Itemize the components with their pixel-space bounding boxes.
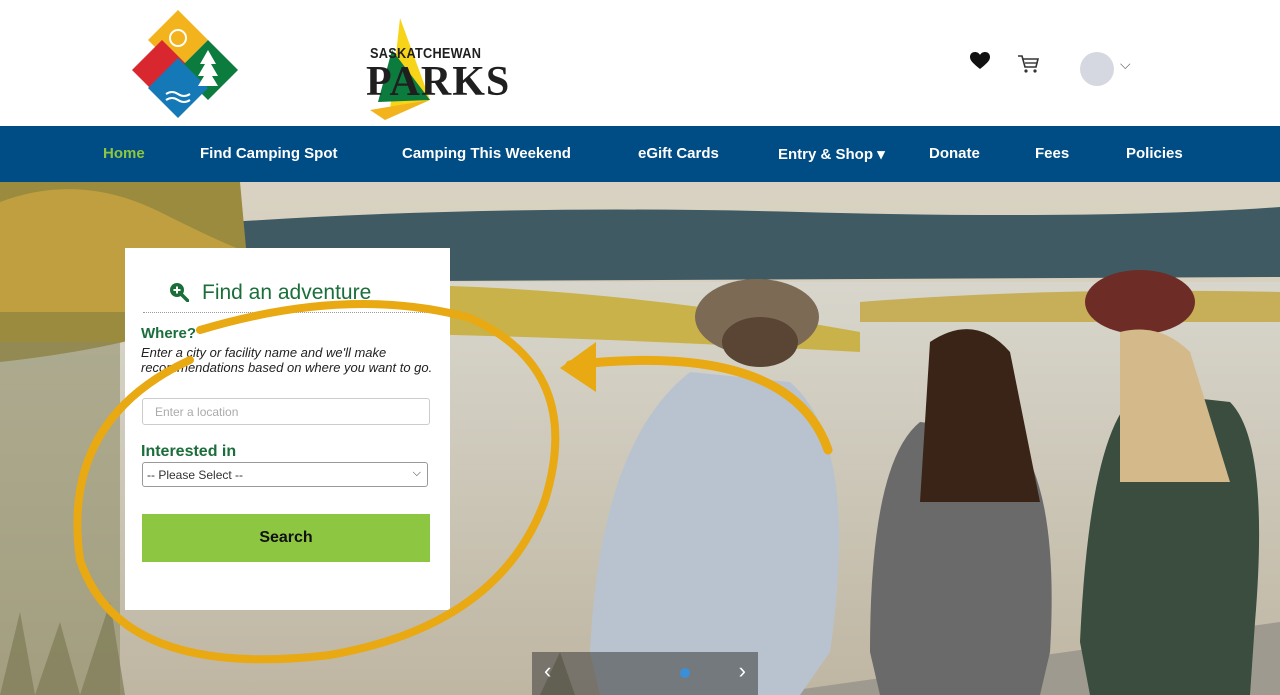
carousel-next-button[interactable]: ›	[739, 658, 746, 684]
nav-entry-and-shop-label: Entry & Shop	[778, 146, 874, 163]
cart-icon[interactable]	[1017, 54, 1040, 79]
nav-home[interactable]: Home	[103, 145, 145, 162]
where-help-text: Enter a city or facility name and we'll …	[141, 345, 433, 375]
search-button[interactable]: Search	[142, 514, 430, 562]
saskatchewan-parks-logo[interactable]: SASKATCHEWAN PARKS	[130, 10, 509, 120]
nav-egift-cards[interactable]: eGift Cards	[638, 145, 719, 162]
logo-title: PARKS	[366, 59, 511, 105]
carousel-controls: ‹ ›	[532, 652, 758, 695]
find-adventure-panel: Find an adventure Where? Enter a city or…	[125, 248, 450, 610]
carousel-indicator-dot[interactable]	[680, 668, 690, 678]
interested-in-label: Interested in	[141, 443, 237, 460]
chevron-down-icon: ⌵	[412, 467, 421, 479]
nav-entry-and-shop[interactable]: Entry & Shop ▾	[778, 145, 885, 163]
nav-camping-this-weekend[interactable]: Camping This Weekend	[402, 145, 571, 162]
nav-policies[interactable]: Policies	[1126, 145, 1183, 162]
carousel-prev-button[interactable]: ‹	[544, 658, 551, 684]
chevron-down-icon[interactable]: ⌵	[1120, 56, 1131, 73]
where-label: Where?	[141, 325, 197, 342]
search-plus-icon	[169, 282, 190, 307]
nav-fees[interactable]: Fees	[1035, 145, 1069, 162]
interest-select[interactable]: -- Please Select -- ⌵	[142, 462, 428, 487]
caret-down-icon: ▾	[877, 146, 885, 163]
site-header: SASKATCHEWAN PARKS ⌵	[0, 0, 1280, 126]
user-avatar[interactable]	[1080, 52, 1114, 86]
panel-title: Find an adventure	[202, 281, 372, 304]
location-input[interactable]	[142, 398, 430, 425]
nav-donate[interactable]: Donate	[929, 145, 980, 162]
nav-find-camping-spot[interactable]: Find Camping Spot	[200, 145, 337, 162]
divider	[143, 312, 443, 313]
interest-select-value: -- Please Select --	[147, 468, 244, 482]
heart-icon[interactable]	[970, 52, 990, 75]
main-navigation: Home Find Camping Spot Camping This Week…	[0, 126, 1280, 182]
